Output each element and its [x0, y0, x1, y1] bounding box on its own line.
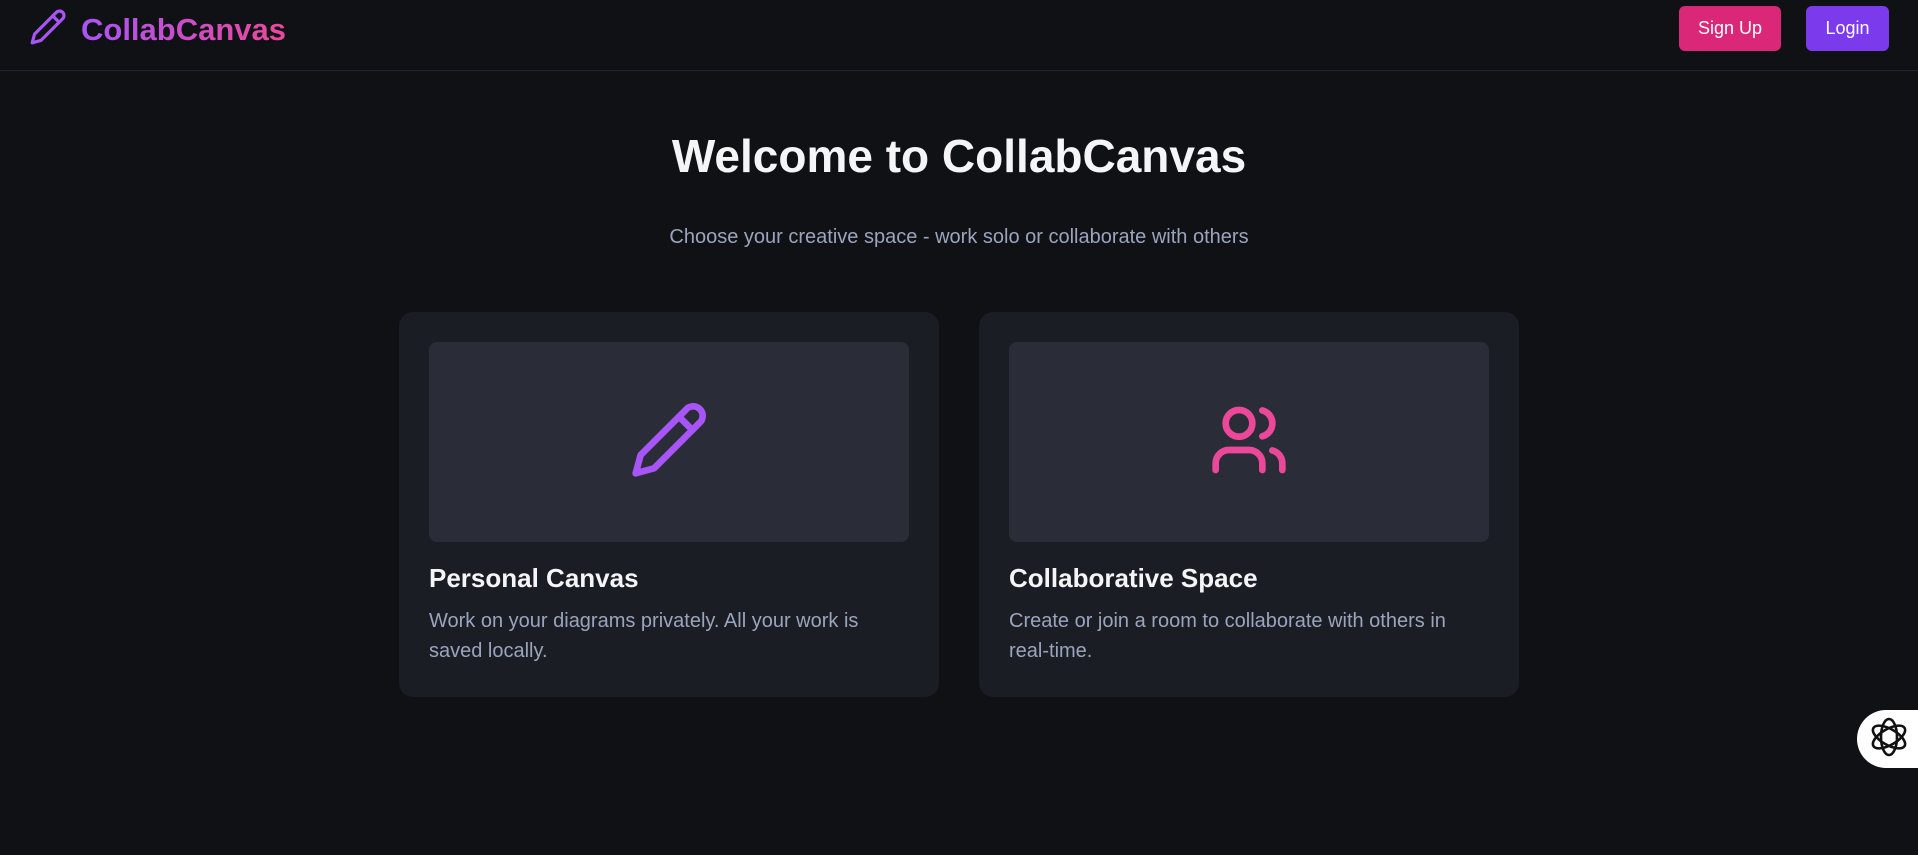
card-title: Collaborative Space [1009, 563, 1258, 593]
card-media [1009, 342, 1489, 542]
assistant-widget-button[interactable] [1857, 710, 1918, 768]
pencil-icon [29, 8, 67, 51]
brand-logo[interactable]: CollabCanvas [29, 8, 286, 51]
collaborative-space-card[interactable]: Collaborative Space Create or join a roo… [979, 312, 1519, 697]
top-navbar: CollabCanvas Sign Up Login [0, 0, 1918, 71]
page-title: Welcome to CollabCanvas [671, 130, 1247, 182]
users-icon [1209, 400, 1289, 485]
card-title: Personal Canvas [429, 563, 639, 593]
card-description: Create or join a room to collaborate wit… [1009, 610, 1446, 662]
page-subtitle: Choose your creative space - work solo o… [669, 226, 1249, 248]
login-button[interactable]: Login [1806, 6, 1889, 51]
openai-logo-icon [1867, 715, 1911, 764]
card-description: Work on your diagrams privately. All you… [429, 610, 859, 662]
card-media [429, 342, 909, 542]
sign-up-button[interactable]: Sign Up [1679, 6, 1781, 51]
brand-name: CollabCanvas [81, 10, 286, 50]
personal-canvas-card[interactable]: Personal Canvas Work on your diagrams pr… [399, 312, 939, 697]
pencil-icon [629, 400, 709, 485]
